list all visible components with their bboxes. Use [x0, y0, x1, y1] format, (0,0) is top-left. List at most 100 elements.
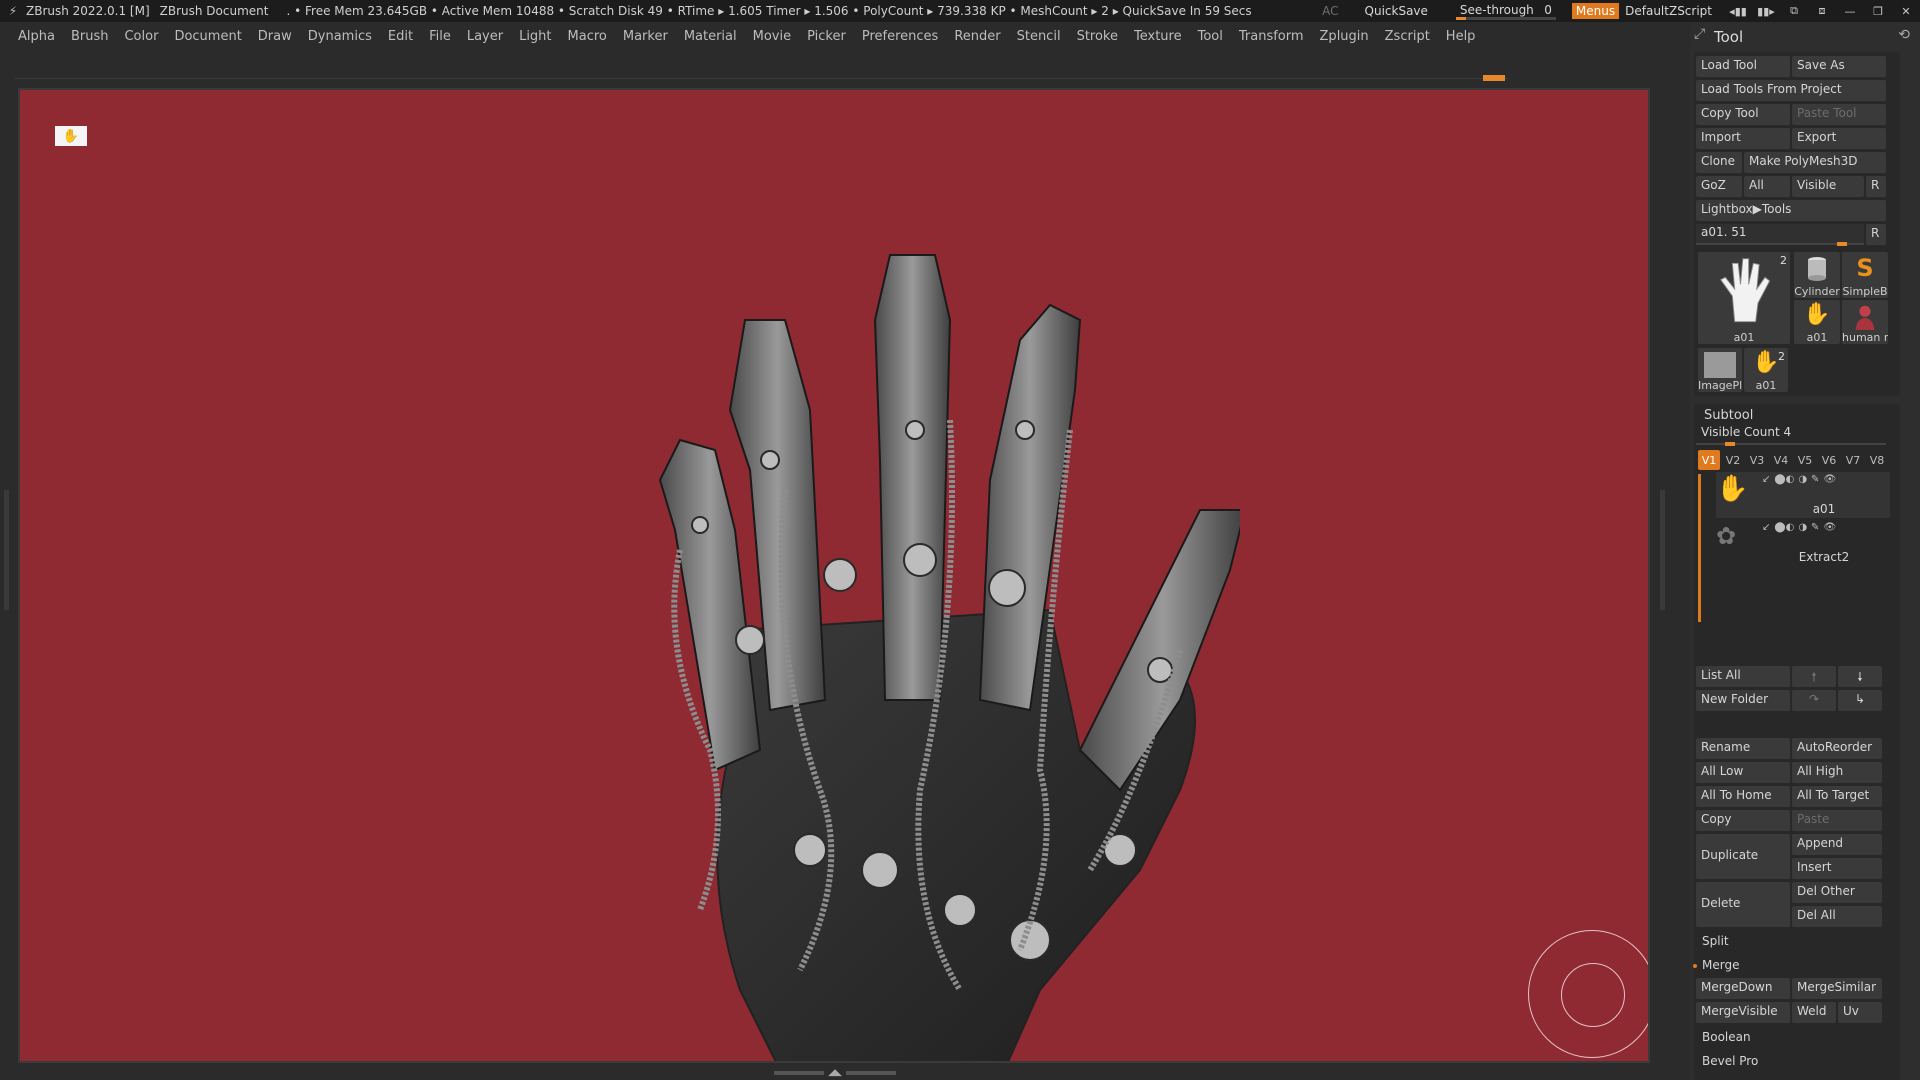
menus-toggle-button[interactable]: Menus — [1571, 3, 1620, 19]
lightbox-tools-button[interactable]: Lightbox▶Tools — [1696, 200, 1886, 221]
tool-thumb-a01-small[interactable]: ✋ a01 — [1794, 300, 1840, 344]
tool-thumb-cylinder[interactable]: Cylinder — [1794, 252, 1840, 298]
menu-tool[interactable]: Tool — [1198, 29, 1223, 44]
visibility-tab-v2[interactable]: V2 — [1722, 450, 1744, 470]
current-tool-slider[interactable]: a01. 51 — [1696, 224, 1864, 246]
navigation-gizmo[interactable] — [1528, 930, 1648, 1058]
visibility-tab-v4[interactable]: V4 — [1770, 450, 1792, 470]
ac-button[interactable]: AC — [1322, 4, 1338, 18]
menu-render[interactable]: Render — [954, 29, 1000, 44]
mergedown-button[interactable]: MergeDown — [1696, 978, 1790, 999]
menu-movie[interactable]: Movie — [753, 29, 791, 44]
del-other-button[interactable]: Del Other — [1792, 882, 1882, 903]
menu-preferences[interactable]: Preferences — [862, 29, 938, 44]
window-swap-icon[interactable]: ⧉ — [1780, 4, 1808, 18]
menu-zscript[interactable]: Zscript — [1385, 29, 1430, 44]
pin-icon[interactable]: ⤢ — [1694, 26, 1705, 42]
menu-stencil[interactable]: Stencil — [1017, 29, 1061, 44]
all-to-home-button[interactable]: All To Home — [1696, 786, 1790, 807]
mergevisible-button[interactable]: MergeVisible — [1696, 1002, 1790, 1023]
layout-right-icon[interactable]: ▮▮▸ — [1752, 5, 1780, 18]
tool-thumb-simpleb[interactable]: S SimpleB — [1842, 252, 1888, 298]
menu-brush[interactable]: Brush — [71, 29, 109, 44]
uv-button[interactable]: Uv — [1838, 1002, 1882, 1023]
move-up-button[interactable]: 🠕 — [1792, 666, 1836, 687]
arrow-icon[interactable]: ↙ — [1762, 474, 1770, 485]
menu-draw[interactable]: Draw — [258, 29, 292, 44]
menu-material[interactable]: Material — [684, 29, 737, 44]
merge-subpalette[interactable]: Merge — [1702, 958, 1739, 972]
arrow-icon[interactable]: ↙ — [1762, 522, 1770, 533]
menu-picker[interactable]: Picker — [807, 29, 846, 44]
tool-palette-header[interactable]: ⤢ Tool ⟲ — [1690, 24, 1920, 50]
subtool-header[interactable]: Subtool — [1704, 408, 1753, 423]
menu-light[interactable]: Light — [519, 29, 551, 44]
menu-edit[interactable]: Edit — [388, 29, 413, 44]
save-as-button[interactable]: Save As — [1792, 56, 1886, 77]
menu-stroke[interactable]: Stroke — [1077, 29, 1118, 44]
folder-redo-button[interactable]: ↷ — [1792, 690, 1836, 711]
menu-macro[interactable]: Macro — [568, 29, 607, 44]
split-subpalette[interactable]: Split — [1702, 934, 1729, 948]
insert-button[interactable]: Insert — [1792, 858, 1882, 879]
paste-tool-button[interactable]: Paste Tool — [1792, 104, 1886, 125]
menu-alpha[interactable]: Alpha — [18, 29, 55, 44]
visibility-tab-v5[interactable]: V5 — [1794, 450, 1816, 470]
expand-arrows-icon[interactable]: ◢◣ — [828, 1068, 842, 1078]
bottom-tray-grip[interactable]: ◢◣ — [770, 1068, 900, 1078]
visibility-tab-v6[interactable]: V6 — [1818, 450, 1840, 470]
restore-icon[interactable]: ❐ — [1864, 5, 1892, 18]
load-tool-button[interactable]: Load Tool — [1696, 56, 1790, 77]
window-dock-icon[interactable]: ⧈ — [1808, 4, 1836, 18]
menu-color[interactable]: Color — [124, 29, 158, 44]
visible-count-slider[interactable]: Visible Count 4 — [1696, 424, 1886, 446]
copy-tool-button[interactable]: Copy Tool — [1696, 104, 1790, 125]
polypaint-icon[interactable]: ◑ — [1798, 522, 1807, 533]
new-folder-button[interactable]: New Folder — [1696, 690, 1790, 711]
current-tool-r-button[interactable]: R — [1866, 224, 1886, 245]
menu-help[interactable]: Help — [1446, 29, 1476, 44]
move-down-button[interactable]: 🠗 — [1838, 666, 1882, 687]
brush-icon[interactable]: ✎ — [1811, 522, 1819, 533]
reset-icon[interactable]: ⟲ — [1898, 27, 1910, 43]
weld-button[interactable]: Weld — [1792, 1002, 1836, 1023]
default-zscript-button[interactable]: DefaultZScript — [1625, 4, 1712, 18]
menu-zplugin[interactable]: Zplugin — [1320, 29, 1369, 44]
duplicate-button[interactable]: Duplicate — [1696, 834, 1790, 879]
subtool-row-extract2[interactable]: ✿ ↙ ⬤◐ ◑ ✎ 👁 Extract2 — [1716, 520, 1890, 566]
del-all-button[interactable]: Del All — [1792, 906, 1882, 927]
boolean-subpalette[interactable]: Boolean — [1702, 1030, 1751, 1044]
paste-subtool-button[interactable]: Paste — [1792, 810, 1882, 831]
goz-all-button[interactable]: All — [1744, 176, 1790, 197]
goz-r-button[interactable]: R — [1866, 176, 1886, 197]
autoreorder-button[interactable]: AutoReorder — [1792, 738, 1882, 759]
folder-enter-button[interactable]: ↳ — [1838, 690, 1882, 711]
minimize-icon[interactable]: — — [1836, 5, 1864, 18]
visibility-tab-v1[interactable]: V1 — [1698, 450, 1720, 470]
see-through-slider[interactable]: See-through 0 — [1455, 2, 1556, 20]
timeline-ruler[interactable] — [14, 73, 1508, 81]
append-button[interactable]: Append — [1792, 834, 1882, 855]
all-low-button[interactable]: All Low — [1696, 762, 1790, 783]
mergesimilar-button[interactable]: MergeSimilar — [1792, 978, 1882, 999]
tool-thumb-human[interactable]: human r — [1842, 300, 1888, 344]
toggle-icon[interactable]: ⬤◐ — [1774, 474, 1794, 485]
export-button[interactable]: Export — [1792, 128, 1886, 149]
menu-layer[interactable]: Layer — [467, 29, 503, 44]
rename-button[interactable]: Rename — [1696, 738, 1790, 759]
document-canvas[interactable]: ✋ — [18, 88, 1650, 1063]
close-icon[interactable]: ✕ — [1892, 5, 1920, 18]
current-tool-slider-knob[interactable] — [1837, 242, 1848, 246]
eye-icon[interactable]: 👁 — [1823, 522, 1836, 533]
menu-dynamics[interactable]: Dynamics — [308, 29, 372, 44]
clone-button[interactable]: Clone — [1696, 152, 1742, 173]
menu-document[interactable]: Document — [174, 29, 241, 44]
menu-marker[interactable]: Marker — [623, 29, 668, 44]
layout-left-icon[interactable]: ◂▮▮ — [1724, 5, 1752, 18]
import-button[interactable]: Import — [1696, 128, 1790, 149]
list-all-button[interactable]: List All — [1696, 666, 1790, 687]
tool-thumb-a01-main[interactable]: 2 a01 — [1698, 252, 1790, 344]
quicksave-button[interactable]: QuickSave — [1365, 4, 1428, 18]
goz-visible-button[interactable]: Visible — [1792, 176, 1864, 197]
right-tray-grip[interactable] — [1660, 490, 1665, 610]
